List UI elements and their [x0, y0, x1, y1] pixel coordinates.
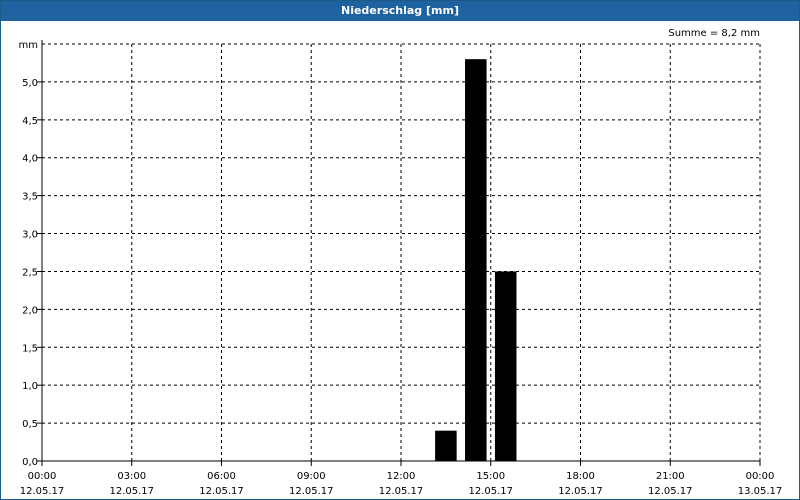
x-tick-label-time: 21:00 [656, 471, 685, 482]
x-tick-label-time: 12:00 [387, 471, 416, 482]
x-tick-label-date: 12.05.17 [109, 486, 154, 497]
x-tick-label-date: 13.05.17 [738, 486, 783, 497]
y-tick-label: 1,0 [22, 381, 38, 392]
x-tick-label-date: 12.05.17 [468, 486, 513, 497]
y-tick-label: 3,5 [22, 192, 38, 203]
x-tick-label-time: 06:00 [207, 471, 236, 482]
x-tick-label-time: 15:00 [476, 471, 505, 482]
x-tick-label-date: 12.05.17 [199, 486, 244, 497]
x-tick-label-time: 00:00 [28, 471, 57, 482]
x-tick-label-date: 12.05.17 [20, 486, 65, 497]
y-tick-label: 1,5 [22, 343, 38, 354]
precipitation-bar [494, 271, 517, 461]
y-axis-label: mm [19, 40, 38, 51]
x-tick-label-date: 12.05.17 [648, 486, 693, 497]
y-tick-label: 4,5 [22, 116, 38, 127]
precipitation-bar [465, 59, 487, 461]
x-tick-label-time: 18:00 [566, 471, 595, 482]
x-tick-label-date: 12.05.17 [558, 486, 603, 497]
y-tick-label: 4,0 [22, 154, 38, 165]
x-tick-label-date: 12.05.17 [289, 486, 334, 497]
y-tick-label: 0,0 [22, 457, 38, 468]
sum-annotation: Summe = 8,2 mm [668, 28, 760, 39]
precipitation-chart: 0,0 0,5 1,0 1,5 2,0 2,5 3,0 3,5 4,0 4,5 5,0 00:00 12… [19, 28, 783, 497]
y-tick-label: 2,5 [22, 267, 38, 278]
x-tick-label-time: 09:00 [297, 471, 326, 482]
y-tick-label: 2,0 [22, 305, 38, 316]
x-tick-label-date: 12.05.17 [379, 486, 424, 497]
y-tick-label: 5,0 [22, 78, 38, 89]
y-tick-label: 0,5 [22, 419, 38, 430]
x-tick-label-time: 03:00 [117, 471, 146, 482]
y-tick-label: 3,0 [22, 230, 38, 241]
precipitation-bar [435, 430, 457, 461]
x-tick-label-time: 00:00 [746, 471, 775, 482]
